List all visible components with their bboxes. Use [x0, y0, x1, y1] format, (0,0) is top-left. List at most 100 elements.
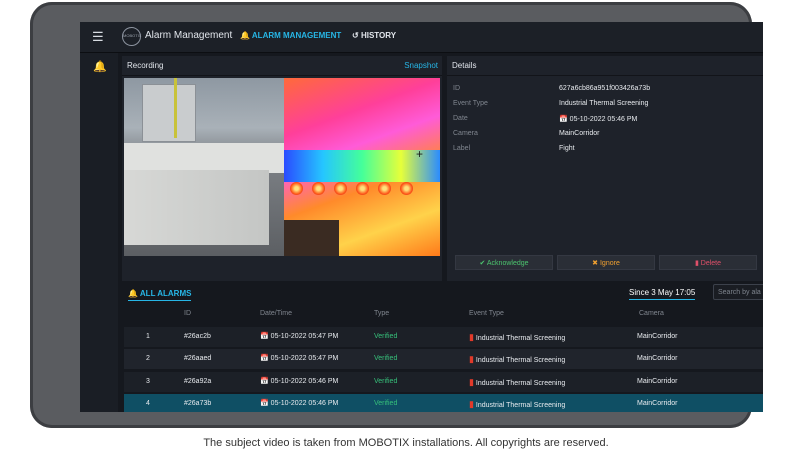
- row-camera: MainCorridor: [637, 378, 678, 385]
- table-row[interactable]: 3 #26a92a 📅 05-10-2022 05:46 PM Verified…: [124, 372, 763, 392]
- hotspot: [290, 182, 303, 195]
- calendar-icon: 📅: [260, 400, 269, 407]
- row-datetime-text: 05-10-2022 05:47 PM: [270, 355, 339, 362]
- detail-label-event-type: Event Type: [453, 100, 488, 107]
- row-datetime-text: 05-10-2022 05:46 PM: [270, 400, 339, 407]
- tab-all-alarms-label: ALL ALARMS: [139, 289, 192, 298]
- tablet-frame: ☰ MOBOTIX Alarm Management 🔔 ALARM MANAG…: [30, 2, 763, 428]
- check-icon: ✔: [479, 260, 486, 267]
- hotspot: [312, 182, 325, 195]
- row-type: Verified: [374, 333, 398, 340]
- thermal-dark-region: [284, 220, 339, 256]
- table-row-selected[interactable]: 4 #26a73b 📅 05-10-2022 05:46 PM Verified…: [124, 394, 763, 412]
- ignore-button[interactable]: ✖ Ignore: [557, 255, 655, 270]
- details-header: Details: [447, 56, 763, 76]
- acknowledge-button[interactable]: ✔ Acknowledge: [455, 255, 553, 270]
- detail-label-label: Label: [453, 145, 471, 152]
- delete-button[interactable]: ▮ Delete: [659, 255, 757, 270]
- nav-history[interactable]: ↺ HISTORY: [352, 31, 396, 40]
- detail-date-text: 05-10-2022 05:46 PM: [569, 116, 638, 123]
- row-type: Verified: [374, 355, 398, 362]
- trash-icon: ▮: [694, 260, 699, 267]
- thermal-event-icon: ▮: [469, 354, 474, 364]
- snapshot-link[interactable]: Snapshot: [404, 56, 438, 76]
- row-event-text: Industrial Thermal Screening: [475, 380, 566, 387]
- column-header-id: ID: [184, 310, 191, 317]
- row-datetime-text: 05-10-2022 05:47 PM: [270, 333, 339, 340]
- row-event-text: Industrial Thermal Screening: [475, 357, 566, 364]
- bell-icon: 🔔: [240, 31, 250, 40]
- detail-value-date: 📅 05-10-2022 05:46 PM: [559, 115, 637, 123]
- tab-all-alarms[interactable]: 🔔 ALL ALARMS: [128, 289, 192, 301]
- row-datetime: 📅 05-10-2022 05:46 PM: [260, 372, 338, 392]
- video-player[interactable]: +: [124, 78, 440, 256]
- row-camera: MainCorridor: [637, 400, 678, 407]
- detail-value-id: 627a6cb86a951f003426a73b: [559, 85, 651, 92]
- column-header-camera: Camera: [639, 310, 664, 317]
- nav-alarm-management[interactable]: 🔔 ALARM MANAGEMENT: [240, 31, 341, 40]
- yellow-pole: [174, 78, 177, 138]
- hotspot: [334, 182, 347, 195]
- hotspot: [356, 182, 369, 195]
- acknowledge-label: Acknowledge: [486, 260, 529, 267]
- table-row[interactable]: 2 #26aaed 📅 05-10-2022 05:47 PM Verified…: [124, 349, 763, 369]
- detail-value-label: Fight: [559, 145, 575, 152]
- row-event: ▮ Industrial Thermal Screening: [469, 327, 565, 349]
- thermal-event-icon: ▮: [469, 399, 474, 409]
- column-header-datetime: Date/Time: [260, 310, 293, 317]
- thermal-hotspots: [290, 182, 440, 202]
- recording-title: Recording: [127, 61, 164, 70]
- app-title: Alarm Management: [145, 30, 233, 41]
- bell-icon: 🔔: [128, 289, 138, 298]
- detail-value-event-type: Industrial Thermal Screening: [559, 100, 649, 107]
- camera-feed-left: [124, 78, 284, 256]
- equipment-rack: [142, 84, 196, 142]
- row-id: #26a92a: [184, 378, 212, 385]
- x-icon: ✖: [592, 260, 599, 267]
- row-event: ▮ Industrial Thermal Screening: [469, 372, 565, 394]
- column-header-type: Type: [374, 310, 390, 317]
- history-icon: ↺: [352, 31, 359, 40]
- hotspot: [400, 182, 413, 195]
- row-type: Verified: [374, 378, 398, 385]
- table-row[interactable]: 1 #26ac2b 📅 05-10-2022 05:47 PM Verified…: [124, 327, 763, 347]
- container-roof: [124, 143, 284, 173]
- since-filter[interactable]: Since 3 May 17:05: [629, 288, 696, 300]
- row-id: #26a73b: [184, 400, 212, 407]
- hamburger-menu-icon[interactable]: ☰: [92, 30, 104, 44]
- detail-label-id: ID: [453, 85, 460, 92]
- row-datetime: 📅 05-10-2022 05:47 PM: [260, 349, 338, 369]
- sidebar-bell-icon[interactable]: 🔔: [93, 60, 107, 73]
- sidebar: 🔔: [80, 53, 118, 412]
- search-input[interactable]: Search by ala: [713, 284, 763, 300]
- detail-label-camera: Camera: [453, 130, 478, 137]
- nav-alarm-management-label: ALARM MANAGEMENT: [251, 31, 342, 40]
- table-header: ID Date/Time Type Event Type Camera: [124, 306, 763, 322]
- detail-label-date: Date: [453, 115, 468, 122]
- app-screen: ☰ MOBOTIX Alarm Management 🔔 ALARM MANAG…: [80, 22, 763, 412]
- row-camera: MainCorridor: [637, 333, 678, 340]
- calendar-icon: 📅: [260, 333, 269, 340]
- row-number: 3: [146, 378, 150, 385]
- row-id: #26ac2b: [184, 333, 211, 340]
- recording-header: Recording Snapshot: [122, 56, 442, 76]
- delete-label: Delete: [700, 260, 722, 267]
- ignore-label: Ignore: [599, 260, 620, 267]
- crosshair-icon: +: [416, 147, 424, 161]
- top-bar: ☰ MOBOTIX Alarm Management 🔔 ALARM MANAG…: [80, 22, 763, 53]
- row-camera: MainCorridor: [637, 355, 678, 362]
- row-event: ▮ Industrial Thermal Screening: [469, 349, 565, 371]
- row-datetime-text: 05-10-2022 05:46 PM: [270, 378, 339, 385]
- row-number: 2: [146, 355, 150, 362]
- row-type: Verified: [374, 400, 398, 407]
- thermal-event-icon: ▮: [469, 377, 474, 387]
- row-number: 1: [146, 333, 150, 340]
- row-event-text: Industrial Thermal Screening: [475, 335, 566, 342]
- details-title: Details: [452, 61, 477, 70]
- hotspot: [378, 182, 391, 195]
- nav-history-label: HISTORY: [360, 31, 397, 40]
- thermal-event-icon: ▮: [469, 332, 474, 342]
- calendar-icon: 📅: [260, 355, 269, 362]
- calendar-icon: 📅: [260, 378, 269, 385]
- detail-value-camera: MainCorridor: [559, 130, 600, 137]
